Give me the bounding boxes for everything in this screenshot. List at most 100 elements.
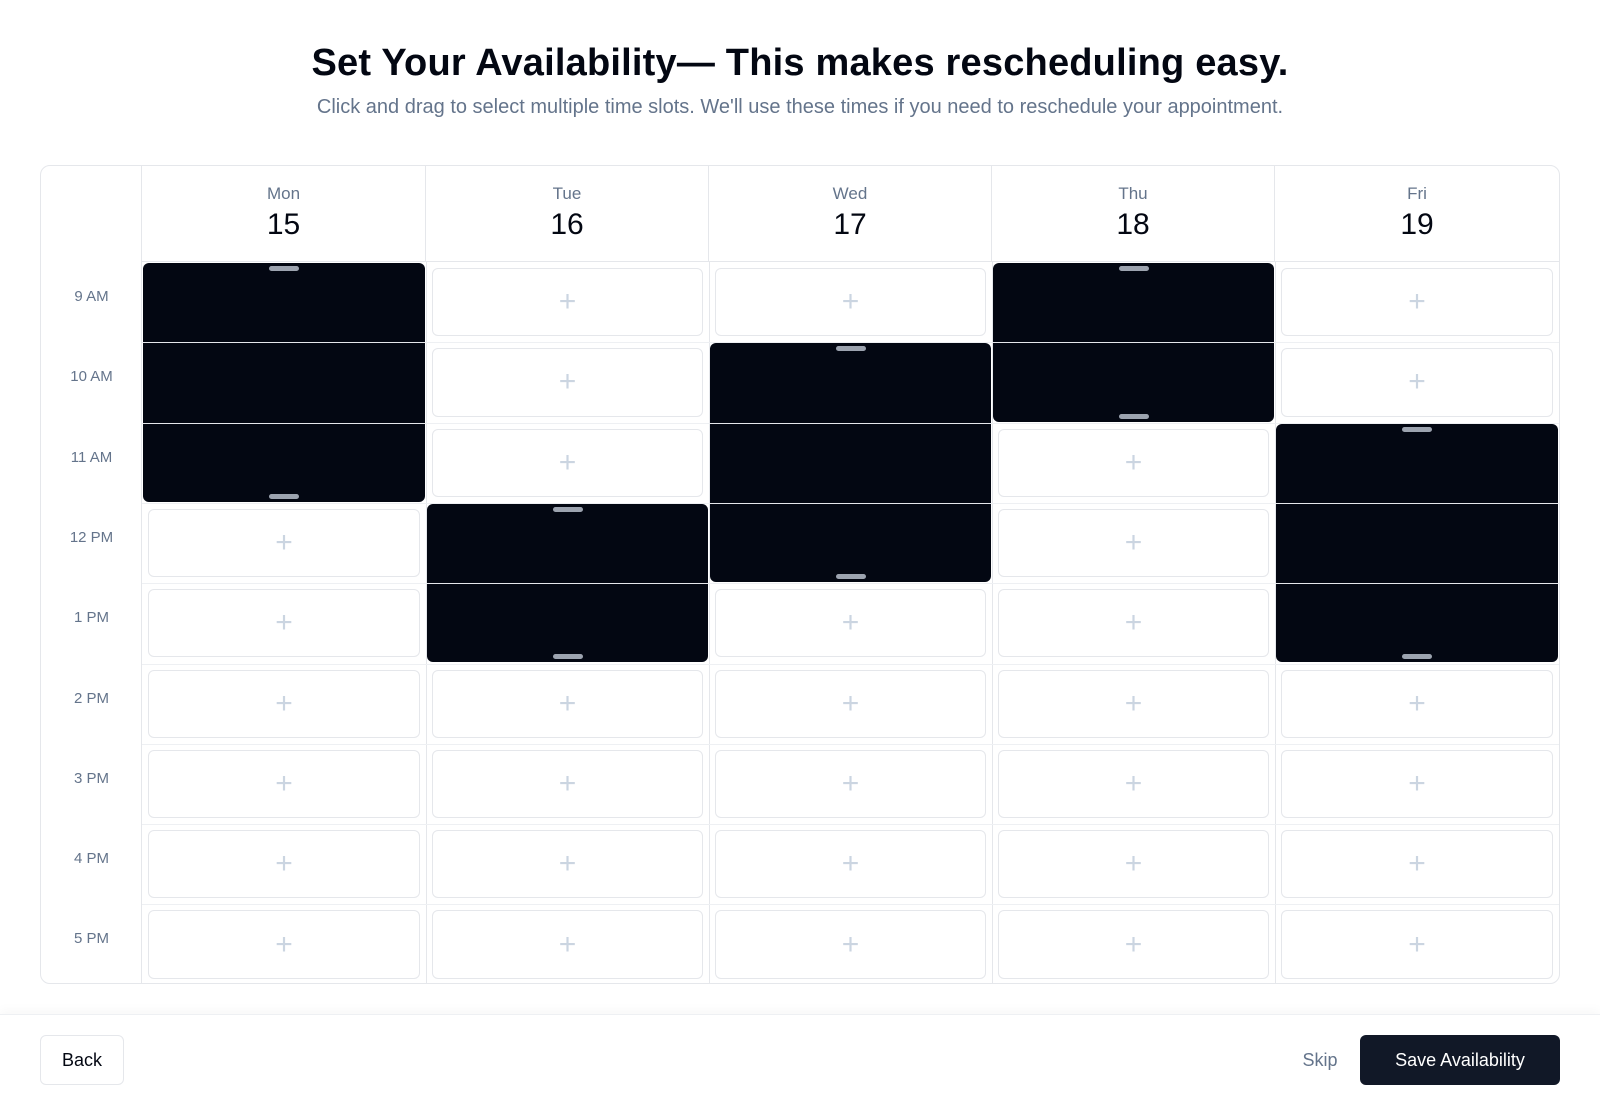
time-slot[interactable]: +	[998, 508, 1269, 578]
page-title: Set Your Availability— This makes resche…	[311, 42, 1289, 84]
time-slot[interactable]: +	[432, 910, 703, 979]
block-divider	[710, 422, 991, 424]
time-label: 5 PM	[73, 930, 109, 948]
resize-handle-bottom[interactable]	[835, 574, 866, 580]
time-slot[interactable]: +	[715, 268, 986, 337]
plus-icon: +	[558, 847, 577, 881]
plus-icon: +	[558, 365, 577, 399]
resize-handle-top[interactable]	[1118, 266, 1149, 271]
time-slot[interactable]: +	[1281, 669, 1553, 738]
skip-button[interactable]: Skip	[1290, 1035, 1350, 1085]
time-label: 4 PM	[73, 850, 109, 868]
plus-icon: +	[275, 927, 293, 961]
time-slot[interactable]: +	[715, 589, 986, 658]
resize-handle-bottom[interactable]	[1118, 413, 1149, 419]
day-date: 15	[266, 208, 301, 241]
time-label: 2 PM	[73, 689, 109, 707]
time-slot[interactable]: +	[148, 508, 420, 578]
day-header-wed: Wed 17	[709, 166, 992, 262]
day-name: Thu	[1118, 184, 1148, 203]
day-header-tue: Tue 16	[426, 166, 709, 262]
time-slot[interactable]: +	[148, 749, 420, 819]
plus-icon: +	[275, 766, 293, 800]
time-slot[interactable]: +	[998, 669, 1269, 738]
plus-icon: +	[275, 526, 293, 560]
selected-block-thu[interactable]	[993, 263, 1274, 422]
time-slot[interactable]: +	[1281, 830, 1553, 899]
plus-icon: +	[1124, 606, 1143, 640]
resize-handle-top[interactable]	[552, 506, 583, 512]
plus-icon: +	[1124, 526, 1143, 560]
block-divider	[710, 502, 991, 504]
time-slot[interactable]: +	[715, 669, 986, 738]
resize-handle-bottom[interactable]	[552, 654, 583, 660]
time-slot[interactable]: +	[998, 589, 1269, 658]
time-slot[interactable]: +	[432, 830, 703, 899]
time-slot[interactable]: +	[998, 910, 1269, 979]
time-slot[interactable]: +	[148, 830, 420, 899]
plus-icon: +	[841, 285, 860, 319]
time-slot[interactable]: +	[998, 749, 1269, 819]
selected-block-mon[interactable]	[143, 263, 425, 502]
page-subtitle: Click and drag to select multiple time s…	[316, 96, 1284, 118]
time-slot[interactable]: +	[148, 669, 420, 738]
plus-icon: +	[558, 285, 577, 319]
save-availability-button[interactable]: Save Availability	[1360, 1035, 1560, 1085]
plus-icon: +	[841, 606, 860, 640]
time-slot[interactable]: +	[1281, 268, 1553, 337]
block-divider	[143, 342, 425, 344]
time-slot[interactable]: +	[148, 910, 420, 979]
time-slot[interactable]: +	[432, 348, 703, 417]
time-slot[interactable]: +	[1281, 348, 1553, 417]
time-slot[interactable]: +	[1281, 910, 1553, 979]
plus-icon: +	[1124, 766, 1143, 800]
resize-handle-top[interactable]	[835, 346, 866, 352]
time-slot[interactable]: +	[715, 910, 986, 979]
day-name: Wed	[832, 184, 868, 203]
plus-icon: +	[558, 686, 577, 720]
footer-bar: Back Skip Save Availability	[0, 1014, 1600, 1104]
selected-block-fri[interactable]	[1276, 423, 1558, 663]
day-date: 18	[1116, 208, 1150, 241]
time-slot[interactable]: +	[1281, 749, 1553, 819]
availability-page: Set Your Availability— This makes resche…	[0, 0, 1600, 1104]
time-slot[interactable]: +	[432, 669, 703, 738]
block-divider	[993, 342, 1274, 344]
time-label: 1 PM	[73, 609, 109, 627]
plus-icon: +	[1408, 766, 1426, 800]
plus-icon: +	[1408, 365, 1426, 399]
resize-handle-top[interactable]	[1402, 426, 1432, 432]
block-divider	[1276, 583, 1558, 585]
time-label: 3 PM	[73, 769, 109, 787]
plus-icon: +	[558, 927, 577, 961]
selected-block-tue[interactable]	[427, 503, 708, 663]
plus-icon: +	[275, 847, 293, 881]
day-date: 17	[833, 208, 867, 241]
day-date: 16	[550, 208, 584, 241]
back-button[interactable]: Back	[40, 1035, 124, 1085]
time-slot[interactable]: +	[998, 830, 1269, 899]
resize-handle-bottom[interactable]	[1402, 654, 1432, 660]
row-divider	[142, 663, 1559, 665]
selected-block-wed[interactable]	[710, 343, 991, 583]
plus-icon: +	[841, 686, 860, 720]
row-divider	[142, 743, 1559, 745]
time-slot[interactable]: +	[715, 830, 986, 899]
time-slot[interactable]: +	[432, 428, 703, 497]
day-header-thu: Thu 18	[992, 166, 1275, 262]
resize-handle-bottom[interactable]	[269, 493, 299, 499]
resize-handle-top[interactable]	[269, 266, 299, 271]
plus-icon: +	[1408, 847, 1426, 881]
plus-icon: +	[841, 847, 860, 881]
plus-icon: +	[1124, 686, 1143, 720]
day-name: Fri	[1407, 184, 1427, 203]
plus-icon: +	[841, 927, 860, 961]
block-divider	[143, 422, 425, 424]
time-slot[interactable]: +	[998, 428, 1269, 497]
time-slot[interactable]: +	[715, 749, 986, 819]
availability-grid: Mon 15 Tue 16 Wed 17 Thu 18 Fri 19 9 AM 10 AM 11 AM 1…	[40, 165, 1560, 984]
time-slot[interactable]: +	[148, 589, 420, 658]
time-slot[interactable]: +	[432, 268, 703, 337]
row-divider	[142, 904, 1559, 906]
time-slot[interactable]: +	[432, 749, 703, 819]
